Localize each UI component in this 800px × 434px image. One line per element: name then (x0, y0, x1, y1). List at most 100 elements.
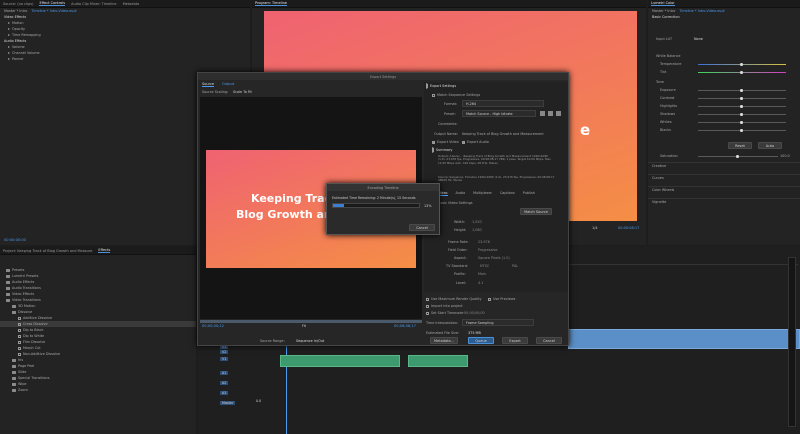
export-button[interactable]: Export (502, 337, 528, 344)
transition-icon (18, 346, 21, 350)
queue-button[interactable]: Queue (468, 337, 494, 344)
aspect-value[interactable]: Square Pixels (1.0) (478, 256, 510, 260)
start-tc-value[interactable]: 00;00;00;00 (464, 311, 485, 315)
use-previews-checkbox[interactable]: Use Previews (488, 297, 515, 301)
checkbox-icon[interactable] (426, 304, 429, 308)
tab-metadata[interactable]: Metadata (123, 2, 140, 6)
disclosure-icon[interactable] (8, 52, 10, 54)
lumetri-title[interactable]: Lumetri Color (651, 1, 675, 6)
fit-select[interactable]: Fit (302, 324, 306, 328)
program-zoom[interactable]: 1/4 (592, 226, 598, 230)
tab-effects[interactable]: Effects (98, 248, 111, 253)
checkbox-icon[interactable] (462, 140, 465, 144)
pal-radio[interactable]: PAL (512, 264, 518, 268)
tab-effect-controls[interactable]: Effect Controls (39, 1, 66, 6)
disclosure-icon[interactable] (8, 34, 10, 36)
folder-icon (6, 298, 10, 302)
source-timebar[interactable] (200, 320, 422, 323)
video-clip-2[interactable] (408, 355, 468, 367)
match-source-button[interactable]: Match Source (520, 208, 552, 215)
transition-icon (18, 322, 21, 326)
field-order-value[interactable]: Progressive (478, 248, 498, 252)
tab-project[interactable]: Project: Keeping Track of Blog Growth an… (3, 249, 92, 253)
master-volume-value[interactable]: 0.0 (256, 399, 261, 403)
saturation-value[interactable]: 100.0 (780, 154, 790, 158)
temperature-slider[interactable] (698, 63, 786, 66)
disclosure-icon[interactable] (8, 58, 10, 60)
profile-value[interactable]: Main (478, 272, 486, 276)
checkbox-icon[interactable] (432, 140, 435, 144)
tab-audio-clip-mixer[interactable]: Audio Clip Mixer: Timeline (71, 2, 116, 6)
cancel-export-button[interactable]: Cancel (536, 337, 562, 344)
lumetri-section-curves[interactable]: Curves (648, 174, 800, 180)
disclosure-icon[interactable] (8, 28, 10, 30)
output-name-link[interactable]: Keeping Track of Blog Growth and Measure… (462, 132, 544, 136)
height-value[interactable]: 1,080 (472, 228, 482, 232)
width-value[interactable]: 1,920 (472, 220, 482, 224)
export-audio-checkbox[interactable]: Export Audio (462, 140, 489, 144)
frame-rate-value[interactable]: 23.976 (478, 240, 490, 244)
track-header[interactable]: A3 (220, 389, 278, 396)
delete-preset-icon[interactable] (556, 111, 561, 116)
import-preset-icon[interactable] (548, 111, 553, 116)
input-lut-value[interactable]: None (694, 37, 703, 41)
lumetri-section-creative[interactable]: Creative (648, 162, 800, 168)
export-video-checkbox[interactable]: Export Video (432, 140, 459, 144)
track-header[interactable]: A1 (220, 369, 278, 376)
metadata-button[interactable]: Metadata... (430, 337, 458, 344)
source-tc-left[interactable]: 00;00;00;12 (202, 324, 224, 328)
highlights-slider[interactable] (698, 105, 786, 108)
audio-clip[interactable] (568, 329, 800, 349)
disclosure-icon[interactable] (8, 46, 10, 48)
max-render-checkbox[interactable]: Use Maximum Render Quality (426, 297, 481, 301)
tab-export-source[interactable]: Source (202, 82, 215, 87)
checkbox-icon[interactable] (426, 311, 429, 315)
subtab-audio[interactable]: Audio (456, 191, 466, 196)
contrast-slider[interactable] (698, 97, 786, 100)
subtab-multiplexer[interactable]: Multiplexer (473, 191, 492, 196)
ntsc-radio[interactable]: NTSC (480, 264, 489, 268)
subtab-captions[interactable]: Captions (500, 191, 515, 196)
lumetri-section-vignette[interactable]: Vignette (648, 198, 800, 204)
import-project-checkbox[interactable]: Import into project (426, 304, 463, 308)
saturation-slider[interactable] (698, 155, 778, 158)
preset-select[interactable]: Match Source - High bitrate (462, 110, 536, 117)
track-header[interactable]: A2 (220, 379, 278, 386)
blacks-slider[interactable] (698, 129, 786, 132)
tab-source[interactable]: Source: (no clips) (3, 2, 33, 6)
lumetri-basic-correction[interactable]: Basic Correction (648, 14, 800, 20)
source-scaling-select[interactable]: Scale To Fit (230, 88, 282, 95)
tint-slider[interactable] (698, 71, 786, 74)
temperature-knob[interactable] (740, 63, 743, 66)
program-title[interactable]: Program: Timeline (255, 1, 287, 6)
shadows-slider[interactable] (698, 113, 786, 116)
source-range-select[interactable]: Sequence In/Out (296, 339, 324, 343)
checkbox-icon[interactable] (426, 297, 429, 301)
effects-list-item[interactable]: Zoom (0, 387, 196, 393)
level-value[interactable]: 4.1 (478, 281, 483, 285)
effect-row-panner[interactable]: Panner (0, 56, 250, 62)
exposure-slider[interactable] (698, 89, 786, 92)
save-preset-icon[interactable] (540, 111, 545, 116)
disclosure-icon[interactable] (8, 22, 10, 24)
checkbox-icon[interactable] (488, 297, 491, 301)
effect-controls-timecode[interactable]: 00:00:00:00 (4, 238, 26, 242)
tab-export-output[interactable]: Output (222, 82, 234, 87)
tint-knob[interactable] (740, 71, 743, 74)
lumetri-auto-button[interactable]: Auto (758, 142, 782, 149)
track-header[interactable]: Master (220, 399, 278, 406)
whites-slider[interactable] (698, 121, 786, 124)
match-sequence-checkbox[interactable]: Match Sequence Settings (432, 93, 480, 97)
video-clip[interactable] (280, 355, 400, 367)
set-start-tc-checkbox[interactable]: Set Start Timecode (426, 311, 463, 315)
format-select[interactable]: H.264 (462, 100, 544, 107)
lumetri-reset-button[interactable]: Reset (728, 142, 752, 149)
checkbox-icon[interactable] (432, 93, 435, 97)
track-header[interactable]: V1 (220, 355, 278, 362)
encoding-cancel-button[interactable]: Cancel (409, 224, 435, 231)
track-header[interactable]: V2 (220, 348, 278, 355)
subtab-publish[interactable]: Publish (523, 191, 535, 196)
summary-header[interactable]: Summary (432, 147, 452, 153)
time-interp-select[interactable]: Frame Sampling (462, 319, 534, 326)
lumetri-section-color-wheels[interactable]: Color Wheels (648, 186, 800, 192)
